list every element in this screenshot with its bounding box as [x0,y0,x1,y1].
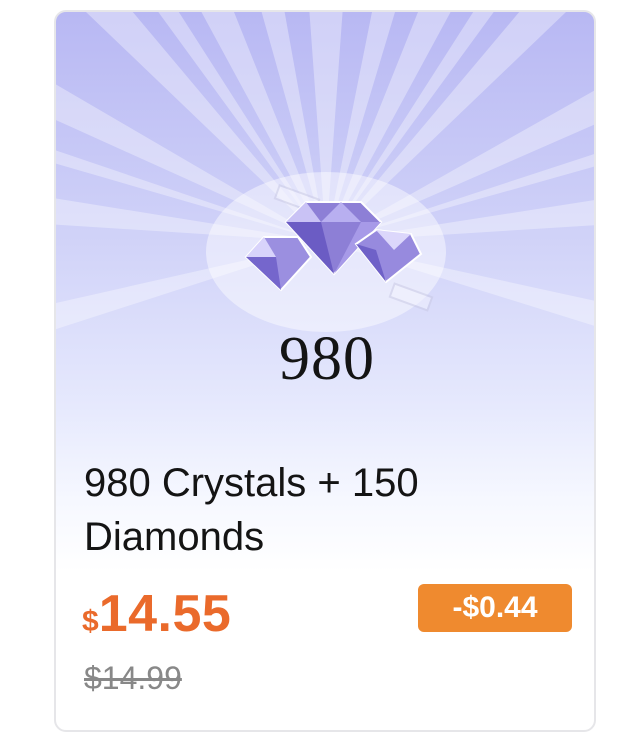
price-value: 14.55 [98,585,232,643]
original-price: $14.99 [84,660,182,696]
discount-badge: -$0.44 [418,584,572,632]
current-price: $14.55 [82,584,231,644]
product-card[interactable]: 980 980 Crystals + 150 Diamonds $14.55 -… [54,10,596,732]
crystal-amount-artwork: 980 [279,325,375,393]
crystal-cluster-icon [244,183,434,312]
product-title: 980 Crystals + 150 Diamonds [84,461,419,559]
price-currency: $ [82,605,99,638]
